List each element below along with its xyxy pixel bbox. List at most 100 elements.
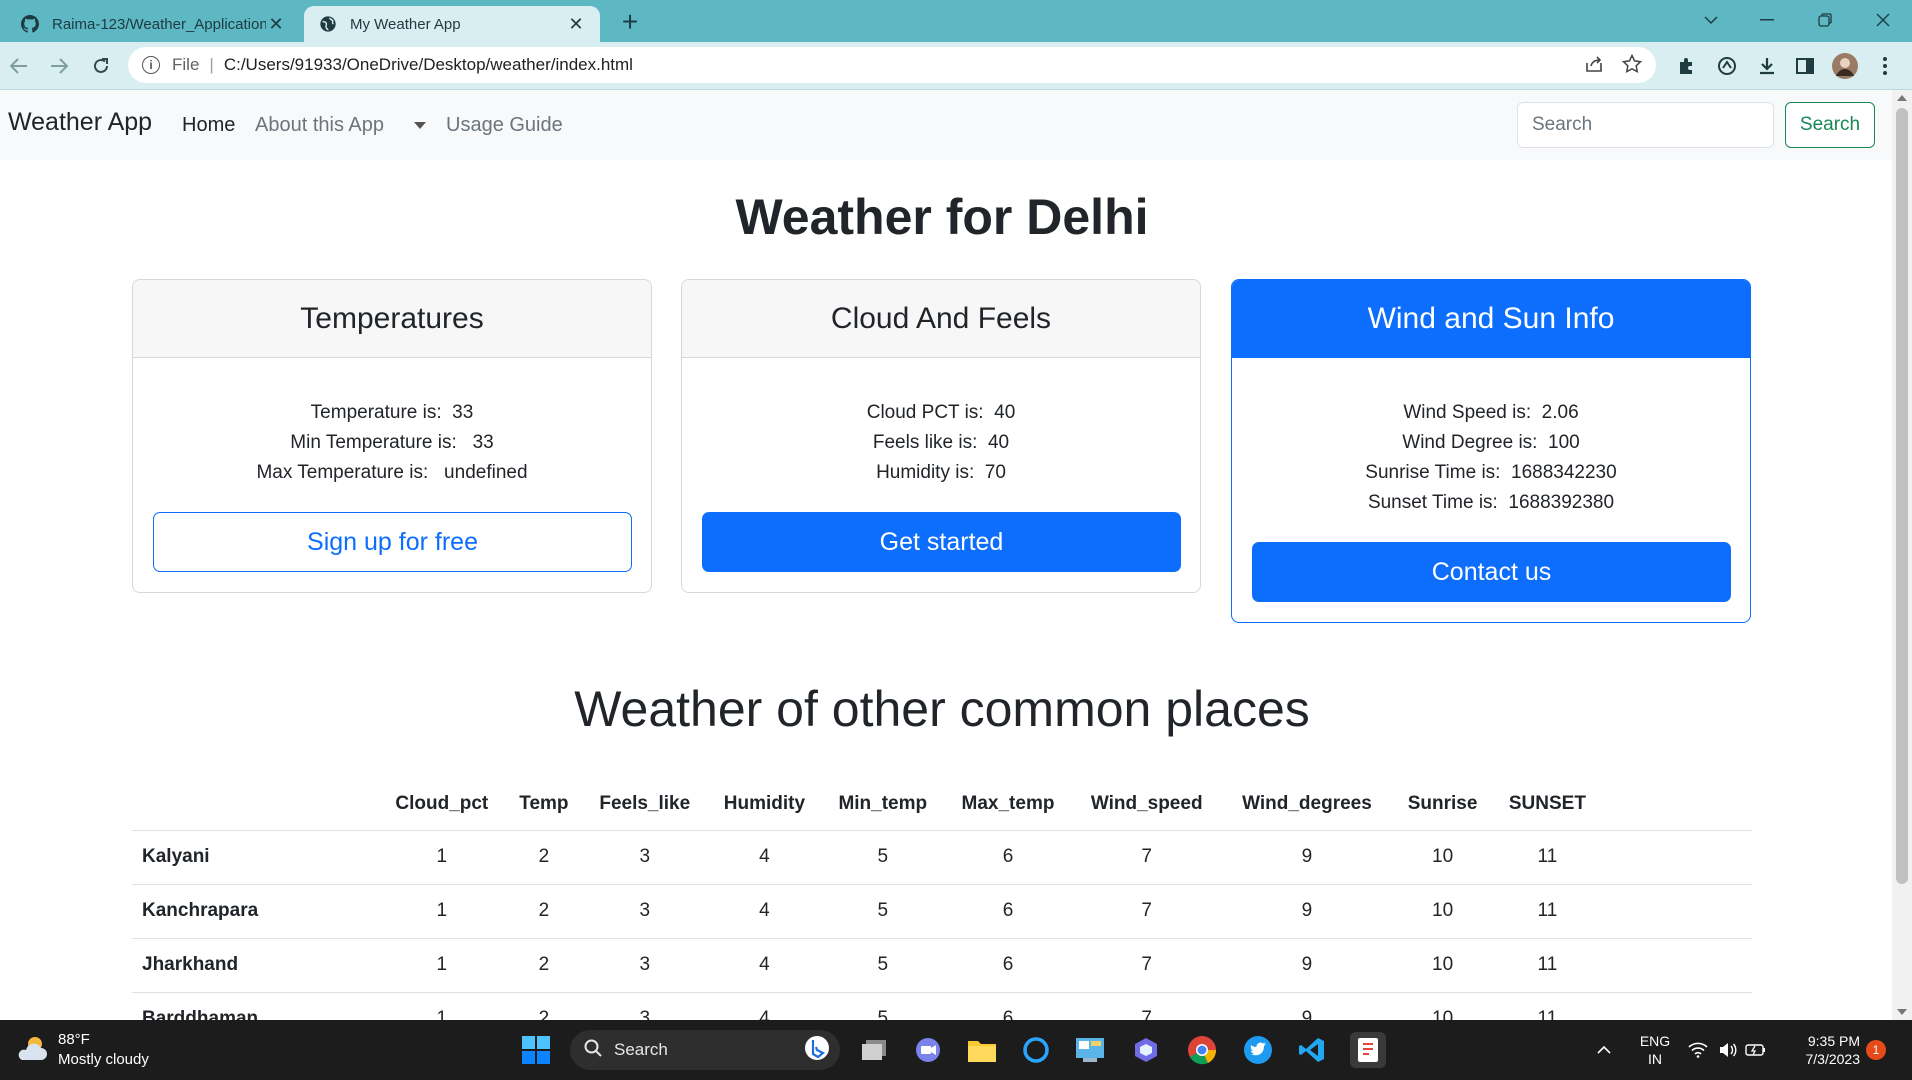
page-scrollbar[interactable]	[1892, 90, 1912, 1020]
wifi-icon[interactable]	[1686, 1032, 1710, 1068]
table-cell: 3	[582, 830, 708, 885]
search-button[interactable]: Search	[1785, 102, 1875, 148]
card-header: Temperatures	[133, 280, 651, 358]
card-header: Cloud And Feels	[682, 280, 1200, 358]
browser-menu-icon[interactable]	[1870, 51, 1900, 81]
table-cell-spacer	[1602, 938, 1752, 993]
table-header-row: Cloud_pct Temp Feels_like Humidity Min_t…	[132, 778, 1752, 831]
humidity-line: Humidity is: 70	[876, 462, 1006, 483]
column-header: Min_temp	[821, 778, 945, 831]
scroll-down-arrow-icon[interactable]	[1897, 1009, 1907, 1015]
share-icon[interactable]	[1584, 54, 1604, 79]
table-cell: 5	[821, 830, 945, 885]
snipping-tool-icon[interactable]	[1350, 1032, 1386, 1068]
nav-link-home[interactable]: Home	[182, 114, 235, 137]
table-cell: 7	[1071, 992, 1222, 1020]
taskbar-search-label: Search	[614, 1040, 668, 1059]
tab-title: Raima-123/Weather_Application	[52, 15, 266, 33]
tab-my-weather-app[interactable]: My Weather App ✕	[304, 6, 600, 42]
section-title: Weather of other common places	[574, 681, 1310, 737]
table-cell: 5	[821, 992, 945, 1020]
language-line-1: ENG	[1639, 1033, 1671, 1049]
language-indicator[interactable]: ENG IN	[1637, 1032, 1673, 1068]
sign-up-button[interactable]: Sign up for free	[153, 512, 632, 572]
new-tab-button[interactable]: +	[614, 6, 646, 38]
clock-date: 7/3/2023	[1805, 1051, 1861, 1067]
site-navbar: Weather App Home About this App Usage Gu…	[0, 90, 1892, 160]
scroll-up-arrow-icon[interactable]	[1897, 95, 1907, 101]
table-cell-spacer	[1602, 992, 1752, 1020]
github-icon	[20, 14, 40, 34]
reload-icon[interactable]	[86, 51, 116, 81]
wind-degree-line: Wind Degree is: 100	[1402, 432, 1580, 453]
table-cell: 11	[1492, 992, 1602, 1020]
column-header-spacer	[1602, 778, 1752, 831]
file-explorer-icon[interactable]	[964, 1032, 1000, 1068]
table-cell-spacer	[1602, 830, 1752, 885]
search-input[interactable]	[1517, 102, 1774, 148]
tab-github[interactable]: Raima-123/Weather_Application ✕	[6, 6, 300, 42]
column-header: Max_temp	[944, 778, 1072, 831]
weather-description: Mostly cloudy	[58, 1051, 149, 1068]
table-cell: 10	[1392, 938, 1493, 993]
address-bar[interactable]: i File | C:/Users/91933/OneDrive/Desktop…	[128, 47, 1656, 83]
window-close-icon[interactable]	[1858, 0, 1908, 40]
control-panel-icon[interactable]	[1072, 1032, 1108, 1068]
table-cell: 9	[1221, 938, 1393, 993]
scrollbar-thumb[interactable]	[1896, 108, 1908, 884]
profile-avatar[interactable]	[1830, 51, 1860, 81]
table-cell: 10	[1392, 992, 1493, 1020]
tab-search-chevron-icon[interactable]	[1686, 0, 1736, 40]
copilot-icon[interactable]	[1128, 1032, 1164, 1068]
chrome-icon[interactable]	[1184, 1032, 1220, 1068]
side-panel-icon[interactable]	[1790, 51, 1820, 81]
table-cell: 3	[582, 938, 708, 993]
cortana-icon[interactable]	[1018, 1032, 1054, 1068]
notification-badge[interactable]: 1	[1866, 1040, 1886, 1060]
table-cell: 6	[944, 884, 1072, 939]
table-cell: 10	[1392, 884, 1493, 939]
windows-start-icon[interactable]	[518, 1032, 554, 1068]
browser-tab-strip: Raima-123/Weather_Application ✕ My Weath…	[0, 0, 1912, 42]
twitter-icon[interactable]	[1240, 1032, 1276, 1068]
get-started-button[interactable]: Get started	[702, 512, 1181, 572]
table-cell: 2	[505, 938, 583, 993]
extensions-puzzle-icon[interactable]	[1672, 51, 1702, 81]
minimize-icon[interactable]	[1742, 0, 1792, 40]
address-separator: |	[209, 55, 214, 74]
table-cell: 11	[1492, 938, 1602, 993]
back-arrow-icon[interactable]	[4, 51, 34, 81]
taskbar-search-box[interactable]: Search	[570, 1030, 840, 1070]
restore-icon[interactable]	[1800, 0, 1850, 40]
search-icon	[584, 1039, 602, 1062]
battery-icon[interactable]	[1744, 1032, 1768, 1068]
teams-chat-icon[interactable]	[910, 1032, 946, 1068]
contact-us-button[interactable]: Contact us	[1252, 542, 1731, 602]
card-header: Wind and Sun Info	[1232, 280, 1750, 358]
close-tab-icon[interactable]: ✕	[266, 14, 286, 34]
table-cell: 2	[505, 830, 583, 885]
bookmark-star-icon[interactable]	[1621, 53, 1643, 79]
os-taskbar: 88°F Mostly cloudy Search ENG IN 9:35 PM…	[0, 1020, 1912, 1080]
nav-link-usage-guide[interactable]: Usage Guide	[446, 114, 563, 137]
address-scheme: File	[172, 55, 200, 74]
volume-icon[interactable]	[1716, 1032, 1740, 1068]
clock[interactable]: 9:35 PM 7/3/2023	[1790, 1032, 1861, 1068]
close-tab-icon[interactable]: ✕	[566, 14, 586, 34]
page-viewport: Weather App Home About this App Usage Gu…	[0, 90, 1892, 1020]
chevron-up-icon[interactable]	[1592, 1032, 1616, 1068]
weather-widget[interactable]: 88°F Mostly cloudy	[14, 1030, 149, 1070]
table-row: Barddhaman 1 2 3 4 5 6 7 9 10 11	[132, 992, 1752, 1020]
navbar-brand[interactable]: Weather App	[8, 108, 152, 137]
extension-icon[interactable]	[1712, 51, 1742, 81]
table-cell: 9	[1221, 830, 1393, 885]
download-icon[interactable]	[1752, 51, 1782, 81]
nav-link-about[interactable]: About this App	[255, 114, 384, 137]
table-cell: 4	[707, 992, 822, 1020]
task-view-icon[interactable]	[856, 1032, 892, 1068]
dropdown-caret-icon[interactable]	[414, 122, 426, 129]
wind-speed-line: Wind Speed is: 2.06	[1403, 402, 1579, 423]
forward-arrow-icon[interactable]	[44, 51, 74, 81]
site-info-icon[interactable]: i	[142, 56, 160, 74]
vscode-icon[interactable]	[1294, 1032, 1330, 1068]
